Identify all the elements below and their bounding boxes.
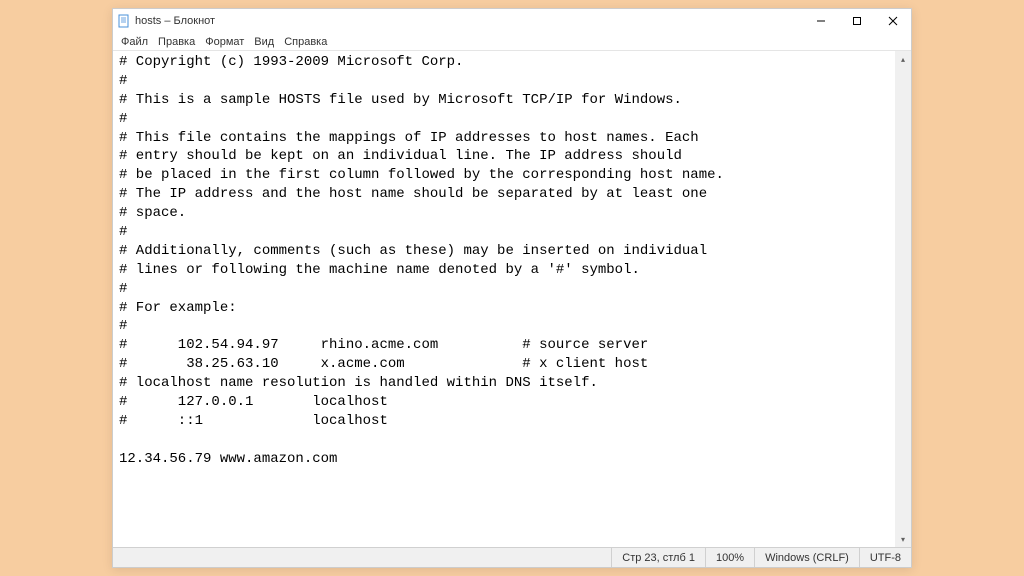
close-button[interactable] [875,9,911,33]
titlebar-left: hosts – Блокнот [117,14,215,28]
status-encoding: UTF-8 [859,548,911,567]
window-title: hosts – Блокнот [135,15,215,27]
menu-format[interactable]: Формат [201,35,248,49]
menubar: Файл Правка Формат Вид Справка [113,33,911,51]
window-controls [803,9,911,33]
maximize-button[interactable] [839,9,875,33]
status-zoom: 100% [705,548,754,567]
editor-area: # Copyright (c) 1993-2009 Microsoft Corp… [113,51,911,547]
vertical-scrollbar[interactable]: ▴ ▾ [895,51,911,547]
menu-edit[interactable]: Правка [154,35,199,49]
menu-help[interactable]: Справка [280,35,331,49]
statusbar: Стр 23, стлб 1 100% Windows (CRLF) UTF-8 [113,547,911,567]
menu-file[interactable]: Файл [117,35,152,49]
notepad-window: hosts – Блокнот Файл Правка Формат Вид С… [112,8,912,568]
status-spacer [113,548,611,567]
status-cursor-position: Стр 23, стлб 1 [611,548,705,567]
scroll-up-arrow[interactable]: ▴ [895,51,911,67]
status-line-ending: Windows (CRLF) [754,548,859,567]
menu-view[interactable]: Вид [250,35,278,49]
text-editor[interactable]: # Copyright (c) 1993-2009 Microsoft Corp… [113,51,895,547]
scroll-down-arrow[interactable]: ▾ [895,531,911,547]
titlebar[interactable]: hosts – Блокнот [113,9,911,33]
minimize-button[interactable] [803,9,839,33]
notepad-icon [117,14,131,28]
